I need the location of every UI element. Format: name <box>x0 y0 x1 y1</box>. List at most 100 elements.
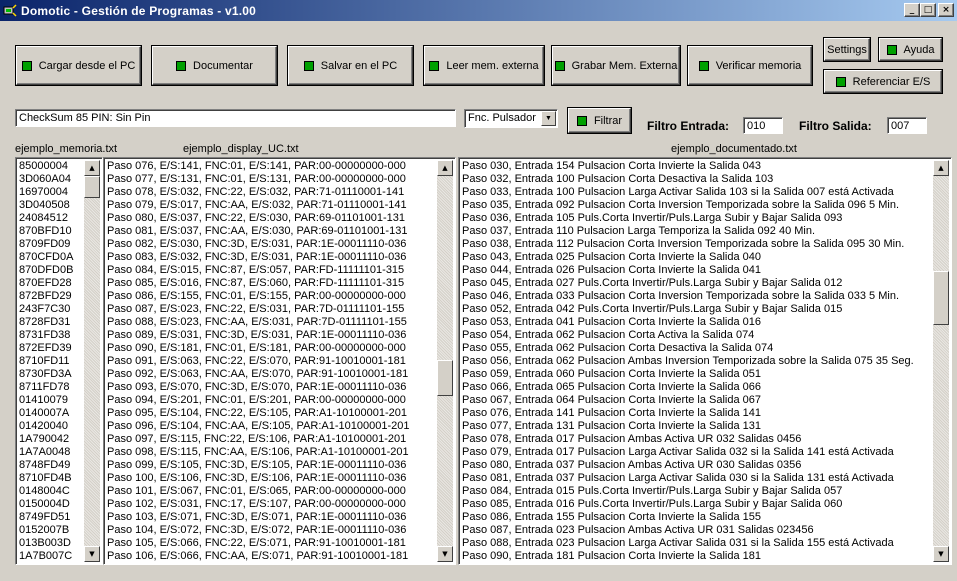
list-item[interactable]: Paso 081, E/S:037, FNC:AA, E/S:030, PAR:… <box>106 225 437 238</box>
display-scrollbar[interactable]: ▲ ▼ <box>437 160 453 562</box>
list-item[interactable]: Paso 094, E/S:201, FNC:01, E/S:201, PAR:… <box>106 394 437 407</box>
list-item[interactable]: 872BFD29 <box>18 290 84 303</box>
list-item[interactable]: Paso 076, E/S:141, FNC:01, E/S:141, PAR:… <box>106 160 437 173</box>
list-item[interactable]: 1A790042 <box>18 433 84 446</box>
list-item[interactable]: Paso 043, Entrada 025 Pulsacion Corta In… <box>461 251 933 264</box>
scroll-down-icon[interactable]: ▼ <box>84 546 100 562</box>
list-item[interactable]: 243F7C30 <box>18 303 84 316</box>
list-item[interactable]: 013B003D <box>18 537 84 550</box>
settings-button[interactable]: Settings <box>824 38 870 61</box>
scroll-up-icon[interactable]: ▲ <box>84 160 100 176</box>
list-item[interactable]: Paso 030, Entrada 154 Pulsacion Corta In… <box>461 160 933 173</box>
list-item[interactable]: 8709FD09 <box>18 238 84 251</box>
memoria-scrollbar[interactable]: ▲ ▼ <box>84 160 100 562</box>
list-item[interactable]: Paso 102, E/S:031, FNC:17, E/S:107, PAR:… <box>106 498 437 511</box>
list-item[interactable]: 8749FD51 <box>18 511 84 524</box>
list-item[interactable]: 1A7B007C <box>18 550 84 563</box>
list-item[interactable]: Paso 082, E/S:030, FNC:3D, E/S:031, PAR:… <box>106 238 437 251</box>
fnc-select[interactable]: Fnc. Pulsador ▼ <box>464 109 558 128</box>
list-item[interactable]: 870DFD0B <box>18 264 84 277</box>
list-item[interactable]: Paso 085, E/S:016, FNC:87, E/S:060, PAR:… <box>106 277 437 290</box>
list-item[interactable]: Paso 090, E/S:181, FNC:01, E/S:181, PAR:… <box>106 342 437 355</box>
display-listbox[interactable]: Paso 076, E/S:141, FNC:01, E/S:141, PAR:… <box>103 157 456 565</box>
list-item[interactable]: Paso 054, Entrada 062 Pulsacion Corta Ac… <box>461 329 933 342</box>
close-button[interactable]: × <box>938 3 954 17</box>
list-item[interactable]: Paso 066, Entrada 065 Pulsacion Corta In… <box>461 381 933 394</box>
grabar-mem-button[interactable]: Grabar Mem. Externa <box>552 46 680 85</box>
maximize-button[interactable]: □ <box>920 3 936 17</box>
list-item[interactable]: 0140007A <box>18 407 84 420</box>
list-item[interactable]: Paso 092, E/S:063, FNC:AA, E/S:070, PAR:… <box>106 368 437 381</box>
list-item[interactable]: Paso 055, Entrada 062 Pulsacion Corta De… <box>461 342 933 355</box>
ayuda-button[interactable]: Ayuda <box>879 38 942 61</box>
list-item[interactable]: Paso 078, E/S:032, FNC:22, E/S:032, PAR:… <box>106 186 437 199</box>
list-item[interactable]: Paso 086, E/S:155, FNC:01, E/S:155, PAR:… <box>106 290 437 303</box>
cargar-pc-button[interactable]: Cargar desde el PC <box>16 46 141 85</box>
list-item[interactable]: Paso 084, Entrada 015 Puls.Corta Inverti… <box>461 485 933 498</box>
list-item[interactable]: 24084512 <box>18 212 84 225</box>
list-item[interactable]: 870EFD28 <box>18 277 84 290</box>
list-item[interactable]: 8710FD11 <box>18 355 84 368</box>
list-item[interactable]: Paso 044, Entrada 026 Pulsacion Corta In… <box>461 264 933 277</box>
list-item[interactable]: Paso 056, Entrada 062 Pulsacion Ambas In… <box>461 355 933 368</box>
list-item[interactable]: Paso 078, Entrada 017 Pulsacion Ambas Ac… <box>461 433 933 446</box>
list-item[interactable]: Paso 053, Entrada 041 Pulsacion Corta In… <box>461 316 933 329</box>
list-item[interactable]: Paso 079, Entrada 017 Pulsacion Larga Ac… <box>461 446 933 459</box>
list-item[interactable]: Paso 084, E/S:015, FNC:87, E/S:057, PAR:… <box>106 264 437 277</box>
list-item[interactable]: Paso 076, Entrada 141 Pulsacion Corta In… <box>461 407 933 420</box>
list-item[interactable]: Paso 085, Entrada 016 Puls.Corta Inverti… <box>461 498 933 511</box>
list-item[interactable]: Paso 052, Entrada 042 Puls.Corta Inverti… <box>461 303 933 316</box>
documentado-listbox[interactable]: Paso 030, Entrada 154 Pulsacion Corta In… <box>458 157 952 565</box>
list-item[interactable]: Paso 099, E/S:105, FNC:3D, E/S:105, PAR:… <box>106 459 437 472</box>
list-item[interactable]: Paso 096, E/S:104, FNC:AA, E/S:105, PAR:… <box>106 420 437 433</box>
list-item[interactable]: Paso 101, E/S:067, FNC:01, E/S:065, PAR:… <box>106 485 437 498</box>
list-item[interactable]: Paso 046, Entrada 033 Pulsacion Corta In… <box>461 290 933 303</box>
list-item[interactable]: Paso 089, E/S:031, FNC:3D, E/S:031, PAR:… <box>106 329 437 342</box>
list-item[interactable]: Paso 067, Entrada 064 Pulsacion Corta In… <box>461 394 933 407</box>
list-item[interactable]: 3D060A04 <box>18 173 84 186</box>
list-item[interactable]: 16970004 <box>18 186 84 199</box>
list-item[interactable]: 1A7A0048 <box>18 446 84 459</box>
scroll-thumb[interactable] <box>437 360 453 396</box>
list-item[interactable]: Paso 077, E/S:131, FNC:01, E/S:131, PAR:… <box>106 173 437 186</box>
list-item[interactable]: Paso 103, E/S:071, FNC:3D, E/S:071, PAR:… <box>106 511 437 524</box>
filtrar-button[interactable]: Filtrar <box>568 108 631 133</box>
list-item[interactable]: 0152007B <box>18 524 84 537</box>
list-item[interactable]: 8710FD4B <box>18 472 84 485</box>
list-item[interactable]: Paso 080, E/S:037, FNC:22, E/S:030, PAR:… <box>106 212 437 225</box>
scroll-up-icon[interactable]: ▲ <box>933 160 949 176</box>
leer-mem-button[interactable]: Leer mem. externa <box>424 46 544 85</box>
list-item[interactable]: 01420040 <box>18 420 84 433</box>
list-item[interactable]: Paso 081, Entrada 037 Pulsacion Larga Ac… <box>461 472 933 485</box>
list-item[interactable]: 8730FD3A <box>18 368 84 381</box>
list-item[interactable]: Paso 033, Entrada 100 Pulsacion Larga Ac… <box>461 186 933 199</box>
list-item[interactable]: Paso 045, Entrada 027 Puls.Corta Inverti… <box>461 277 933 290</box>
salvar-pc-button[interactable]: Salvar en el PC <box>288 46 413 85</box>
list-item[interactable]: Paso 104, E/S:072, FNC:3D, E/S:072, PAR:… <box>106 524 437 537</box>
scroll-thumb[interactable] <box>84 176 100 198</box>
list-item[interactable]: Paso 035, Entrada 092 Pulsacion Corta In… <box>461 199 933 212</box>
chevron-down-icon[interactable]: ▼ <box>541 111 556 126</box>
list-item[interactable]: 0148004C <box>18 485 84 498</box>
list-item[interactable]: Paso 087, E/S:023, FNC:22, E/S:031, PAR:… <box>106 303 437 316</box>
scroll-up-icon[interactable]: ▲ <box>437 160 453 176</box>
list-item[interactable]: Paso 090, Entrada 181 Pulsacion Corta In… <box>461 550 933 563</box>
list-item[interactable]: 8748FD49 <box>18 459 84 472</box>
list-item[interactable]: Paso 037, Entrada 110 Pulsacion Larga Te… <box>461 225 933 238</box>
list-item[interactable]: Paso 088, E/S:023, FNC:AA, E/S:031, PAR:… <box>106 316 437 329</box>
list-item[interactable]: Paso 086, Entrada 155 Pulsacion Corta In… <box>461 511 933 524</box>
list-item[interactable]: 0150004D <box>18 498 84 511</box>
list-item[interactable]: Paso 083, E/S:032, FNC:3D, E/S:031, PAR:… <box>106 251 437 264</box>
memoria-listbox[interactable]: 85000004 3D060A04 16970004 3D040508 24084512… <box>15 157 103 565</box>
list-item[interactable]: 870CFD0A <box>18 251 84 264</box>
list-item[interactable]: Paso 087, Entrada 023 Pulsacion Ambas Ac… <box>461 524 933 537</box>
list-item[interactable]: Paso 059, Entrada 060 Pulsacion Corta In… <box>461 368 933 381</box>
filtro-entrada-input[interactable]: 010 <box>743 117 783 134</box>
verificar-memoria-button[interactable]: Verificar memoria <box>688 46 812 85</box>
list-item[interactable]: 85000004 <box>18 160 84 173</box>
documentar-button[interactable]: Documentar <box>152 46 277 85</box>
list-item[interactable]: Paso 079, E/S:017, FNC:AA, E/S:032, PAR:… <box>106 199 437 212</box>
title-bar[interactable]: Domotic - Gestión de Programas - v1.00 _… <box>0 0 957 21</box>
list-item[interactable]: Paso 088, Entrada 023 Pulsacion Larga Ac… <box>461 537 933 550</box>
referenciar-es-button[interactable]: Referenciar E/S <box>824 70 942 93</box>
